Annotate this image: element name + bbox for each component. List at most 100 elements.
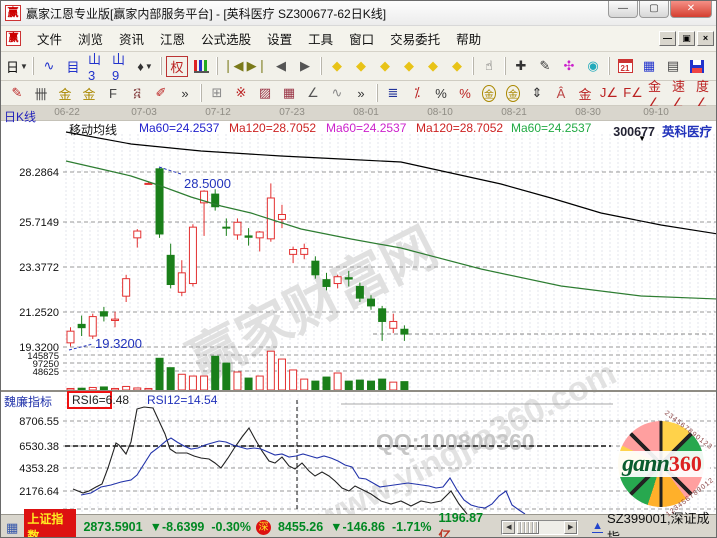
title-bar[interactable]: 赢 赢家江恩专业版[赢家内部服务平台] - [英科医疗 SZ300677-62日… [1, 1, 717, 26]
candle-style-button[interactable]: ♦▼ [134, 56, 156, 77]
menu-item-交易委托[interactable]: 交易委托 [382, 30, 448, 50]
menu-item-设置[interactable]: 设置 [259, 30, 300, 50]
gann-tool-icon[interactable]: ✣ [558, 56, 580, 77]
ma-legend-item: Ma60=24.2537 [326, 121, 406, 135]
percent-lines-icon[interactable]: % [454, 83, 476, 104]
gann-angle-speed-icon[interactable]: 速∠ [670, 83, 692, 104]
trend-chart-icon[interactable]: ∿ [38, 56, 60, 77]
sh-index-badge[interactable]: 上证指数 [24, 509, 76, 538]
minimize-button[interactable]: — [608, 1, 638, 18]
gann-angle-gold-icon[interactable]: 金∠ [646, 83, 668, 104]
more-left2-chevron[interactable]: » [350, 83, 372, 104]
menu-item-工具[interactable]: 工具 [300, 30, 341, 50]
measure-pencil-icon[interactable]: ✐ [150, 83, 172, 104]
web-pages-icon[interactable]: ❒ [710, 56, 717, 77]
next-icon[interactable]: ▶ [294, 56, 316, 77]
turnover-amount: 1196.87亿 [439, 511, 494, 538]
pan-right-diamond-icon[interactable]: ◆ [350, 56, 372, 77]
menu-item-浏览[interactable]: 浏览 [70, 30, 111, 50]
menu-item-资讯[interactable]: 资讯 [111, 30, 152, 50]
reference-index-label[interactable]: SZ399001,深证成指 [607, 508, 717, 538]
gann-box-icon[interactable]: ▨ [254, 83, 276, 104]
minute-9-icon[interactable]: 山9 [110, 56, 132, 77]
cloud-tool-icon[interactable]: ◉ [582, 56, 604, 77]
percent-z-icon[interactable]: ⁒ [406, 83, 428, 104]
toolbar-separator [376, 84, 378, 102]
menu-item-文件[interactable]: 文件 [29, 30, 70, 50]
quote-list-icon[interactable]: 目 [62, 56, 84, 77]
mdi-minimize-button[interactable]: — [659, 31, 676, 46]
scrollbar-thumb[interactable] [517, 521, 539, 534]
date-axis: 06-2207-0307-1207-2308-0108-1008-2108-30… [1, 106, 717, 121]
ray-fan-icon[interactable]: ※ [230, 83, 252, 104]
gold-grid2-icon[interactable]: 金 [78, 83, 100, 104]
kline-period-button[interactable]: 日▼ [6, 56, 28, 77]
gann-angle-j-icon[interactable]: J∠ [598, 83, 620, 104]
sz-market-icon[interactable]: 深 [256, 520, 271, 535]
menu-item-窗口[interactable]: 窗口 [341, 30, 382, 50]
percent-icon[interactable]: % [430, 83, 452, 104]
minute-3-icon[interactable]: 山3 [86, 56, 108, 77]
calendar-icon[interactable]: 21 [614, 56, 636, 77]
stock-label: 300677英科医疗 [613, 121, 712, 140]
calculator-icon[interactable]: ▦ [638, 56, 660, 77]
color-chart-icon[interactable] [190, 56, 212, 77]
grid-lines-icon[interactable]: 卌 [30, 83, 52, 104]
shrink-diamond-icon[interactable]: ◆ [446, 56, 468, 77]
toolbar-separator [472, 57, 474, 75]
kline-chart[interactable]: 赢家财富网www.yingjia360.comQQ:10080036028.28… [1, 106, 717, 514]
box-tool-icon[interactable]: ⊞ [206, 83, 228, 104]
more-left-chevron[interactable]: » [174, 83, 196, 104]
scroll-right-arrow-icon[interactable]: ▶ [564, 521, 577, 534]
close-button[interactable]: ✕ [670, 1, 712, 18]
turnover-number: 1196.87 [439, 511, 484, 525]
mdi-close-button[interactable]: × [697, 31, 714, 46]
svg-text:QQ:100800360: QQ:100800360 [376, 429, 535, 455]
gold-ratio-icon[interactable]: 金 [574, 83, 596, 104]
rsi6-value: RSI6=6.48 [72, 393, 129, 407]
first-page-icon[interactable]: ❘◀ [222, 56, 244, 77]
last-page-icon[interactable]: ▶❘ [246, 56, 268, 77]
notepad-icon[interactable]: ▤ [662, 56, 684, 77]
sh-index-pct: -0.30% [211, 520, 251, 534]
ladder-scale-icon[interactable]: ≣ [382, 83, 404, 104]
zoom-out-diamond-icon[interactable]: ◆ [398, 56, 420, 77]
menu-item-帮助[interactable]: 帮助 [448, 30, 489, 50]
zoom-area-icon[interactable]: ✎ [534, 56, 556, 77]
price-measure-icon[interactable]: ⇕ [526, 83, 548, 104]
prev-icon[interactable]: ◀ [270, 56, 292, 77]
spiral-icon[interactable]: ፭ [126, 83, 148, 104]
fibo-lines-icon[interactable]: F [102, 83, 124, 104]
pan-left-diamond-icon[interactable]: ◆ [326, 56, 348, 77]
maximize-button[interactable]: ▢ [639, 1, 669, 18]
draw-pencil-icon[interactable]: ✎ [6, 83, 28, 104]
gann-angle-degree-icon[interactable]: 度∠ [694, 83, 716, 104]
wave-a-icon[interactable]: Â [550, 83, 572, 104]
gold-circle-icon[interactable]: 金 [478, 83, 500, 104]
svg-text:19.3200: 19.3200 [95, 336, 142, 351]
crosshair-icon[interactable]: ✚ [510, 56, 532, 77]
angle-lines-icon[interactable]: ∠ [302, 83, 324, 104]
save-icon[interactable] [686, 56, 708, 77]
toolbar-separator [504, 57, 506, 75]
status-grid-icon[interactable]: ▦ [6, 521, 20, 534]
date-tick: 09-10 [643, 107, 669, 118]
menu-item-公式选股[interactable]: 公式选股 [193, 30, 259, 50]
gold-grid-icon[interactable]: 金 [54, 83, 76, 104]
scroll-left-arrow-icon[interactable]: ◀ [502, 521, 515, 534]
toolbar-main: 日▼∿目山3山9♦▼权❘◀▶❘◀▶◆◆◆◆◆◆☝✚✎✣◉21▦▤❒▣ [1, 52, 717, 81]
restore-rights-icon[interactable]: 权 [166, 56, 188, 77]
hand-tool-icon[interactable]: ☝ [478, 56, 500, 77]
gann-word: gann [622, 451, 669, 478]
main-pane-label: 日K线 [4, 108, 36, 125]
gann-angle-f-icon[interactable]: F∠ [622, 83, 644, 104]
zoom-in-diamond-icon[interactable]: ◆ [374, 56, 396, 77]
expand-diamond-icon[interactable]: ◆ [422, 56, 444, 77]
wave-tool-icon[interactable]: ∿ [326, 83, 348, 104]
horizontal-scrollbar[interactable]: ◀ ▶ [501, 520, 578, 535]
gann-square-icon[interactable]: ▦ [278, 83, 300, 104]
menu-item-江恩[interactable]: 江恩 [152, 30, 193, 50]
mdi-restore-button[interactable]: ▣ [678, 31, 695, 46]
svg-text:28.5000: 28.5000 [184, 176, 231, 191]
gold-circle-lines-icon[interactable]: 金 [502, 83, 524, 104]
